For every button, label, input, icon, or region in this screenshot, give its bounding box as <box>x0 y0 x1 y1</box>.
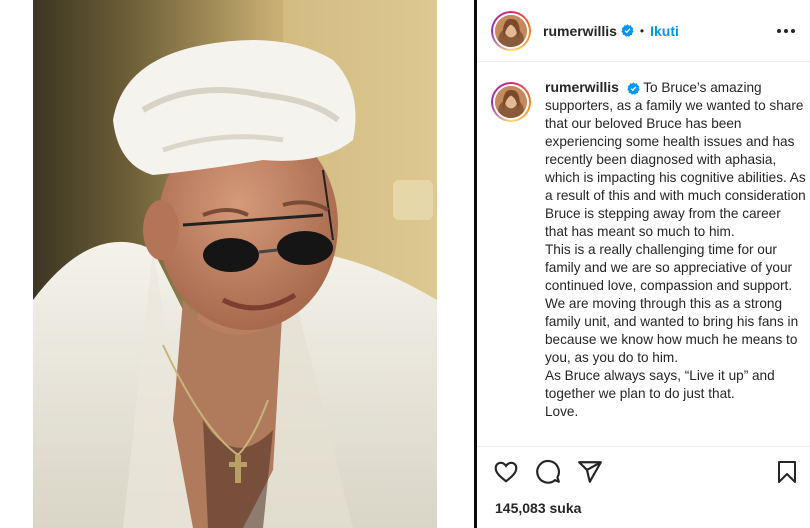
verified-badge-icon <box>627 82 640 95</box>
caption-paragraph: rumerwillis To Bruce’s amazing supporter… <box>545 78 807 241</box>
comment-icon[interactable] <box>535 459 561 485</box>
post-photo[interactable] <box>33 0 437 528</box>
caption-paragraph-1: To Bruce’s amazing supporters, as a fami… <box>545 80 806 239</box>
caption-paragraph-4: Love. <box>545 404 579 419</box>
avatar-image <box>495 86 527 118</box>
caption-username[interactable]: rumerwillis <box>545 79 619 95</box>
avatar-image <box>495 14 527 47</box>
post-media-pane <box>0 0 474 528</box>
caption-paragraph-2: This is a really challenging time for ou… <box>545 242 799 365</box>
author-avatar[interactable] <box>491 10 531 51</box>
heart-icon[interactable] <box>493 459 519 485</box>
post-side-panel: rumerwillis • Ikuti rumerwillis To Bruce… <box>477 0 810 528</box>
post-header: rumerwillis • Ikuti <box>477 0 810 62</box>
caption-text: rumerwillis To Bruce’s amazing supporter… <box>545 78 807 444</box>
likes-count[interactable]: 145,083 suka <box>495 500 581 516</box>
header-separator: • <box>639 23 645 38</box>
share-paper-plane-icon[interactable] <box>577 459 603 485</box>
author-username[interactable]: rumerwillis <box>543 23 617 39</box>
post-actions <box>493 458 603 486</box>
caption-author-avatar[interactable] <box>491 82 531 122</box>
caption-paragraph-3: As Bruce always says, “Live it up” and t… <box>545 368 775 401</box>
more-options-icon[interactable] <box>776 23 796 39</box>
verified-badge-icon <box>621 24 634 37</box>
bookmark-icon[interactable] <box>776 460 798 484</box>
post-caption: rumerwillis To Bruce’s amazing supporter… <box>491 78 809 444</box>
actions-divider <box>477 446 810 447</box>
post-photo-image <box>33 0 437 528</box>
follow-button[interactable]: Ikuti <box>650 23 679 39</box>
